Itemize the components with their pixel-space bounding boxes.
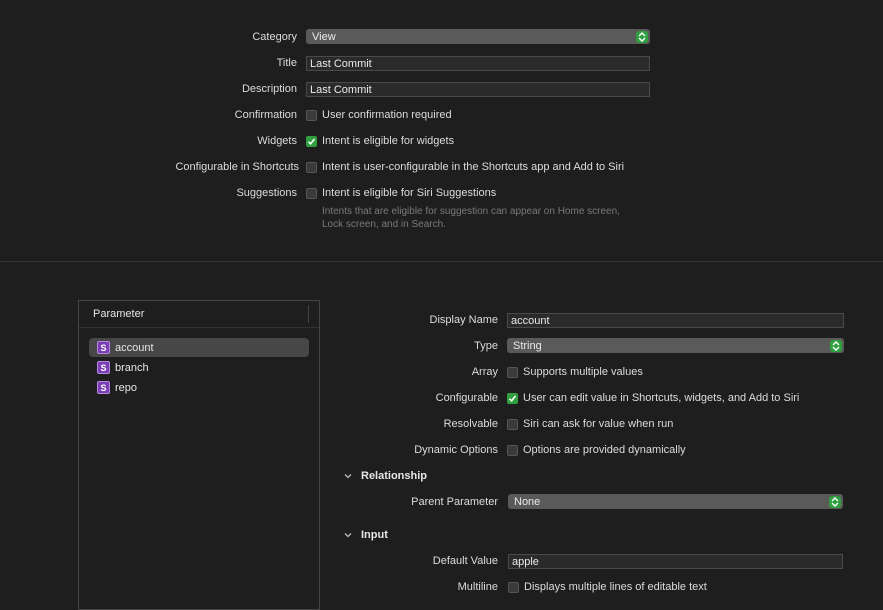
suggestions-hint-line: Lock screen, and in Search. [322, 219, 446, 230]
resolvable-checkbox[interactable]: Siri can ask for value when run [507, 418, 673, 430]
parameter-name: branch [115, 361, 149, 374]
configurable-label: Configurable [435, 392, 498, 404]
suggestions-hint-line: Intents that are eligible for suggestion… [322, 206, 620, 217]
default-value-value: apple [512, 555, 539, 568]
widgets-checkbox[interactable]: Intent is eligible for widgets [306, 135, 454, 147]
suggestions-checkbox[interactable]: Intent is eligible for Siri Suggestions [306, 187, 496, 199]
parent-parameter-popup[interactable]: None [508, 494, 843, 509]
default-value-label: Default Value [432, 555, 498, 567]
checkbox-box[interactable] [507, 418, 518, 430]
array-text: Supports multiple values [523, 366, 643, 378]
checkbox-box[interactable] [507, 366, 518, 378]
input-section-title: Input [361, 529, 388, 541]
description-label: Description [241, 83, 297, 95]
popup-arrows-icon [829, 495, 841, 508]
configurable-shortcuts-text: Intent is user-configurable in the Short… [322, 161, 625, 173]
confirmation-checkbox[interactable]: User confirmation required [306, 109, 452, 121]
multiline-label: Multiline [457, 581, 498, 593]
display-name-value: account [511, 314, 550, 327]
dynamic-options-label: Dynamic Options [414, 444, 498, 456]
type-value: String [513, 339, 542, 352]
title-field[interactable]: Last Commit [306, 56, 650, 71]
type-popup[interactable]: String [507, 338, 844, 353]
widgets-label: Widgets [257, 135, 297, 147]
parameter-item-branch[interactable]: S branch [89, 358, 309, 377]
array-checkbox[interactable]: Supports multiple values [507, 366, 643, 378]
string-type-icon: S [97, 381, 110, 394]
parameter-header-label: Parameter [93, 308, 145, 320]
parent-parameter-value: None [514, 495, 541, 508]
dynamic-options-text: Options are provided dynamically [523, 444, 686, 456]
title-value: Last Commit [310, 57, 372, 70]
array-label: Array [471, 366, 498, 378]
resolvable-text: Siri can ask for value when run [523, 418, 674, 430]
section-divider [0, 261, 883, 262]
configurable-checkbox[interactable]: User can edit value in Shortcuts, widget… [507, 392, 799, 404]
parameter-list: Parameter S account S branch S repo [78, 300, 320, 610]
configurable-shortcuts-label: Configurable in Shortcuts [175, 161, 299, 173]
display-name-field[interactable]: account [507, 313, 844, 328]
checkbox-box[interactable] [306, 109, 317, 121]
relationship-section-toggle[interactable]: Relationship [343, 470, 427, 482]
parameter-name: repo [115, 381, 138, 394]
description-field[interactable]: Last Commit [306, 82, 650, 97]
configurable-text: User can edit value in Shortcuts, widget… [523, 392, 800, 404]
header-separator [308, 305, 309, 323]
string-type-icon: S [97, 341, 110, 354]
confirmation-text: User confirmation required [322, 109, 452, 121]
confirmation-label: Confirmation [234, 109, 297, 121]
suggestions-hint: Intents that are eligible for suggestion… [322, 205, 620, 231]
chevron-down-icon [344, 533, 352, 538]
category-label: Category [252, 31, 297, 43]
popup-arrows-icon [636, 30, 648, 43]
dynamic-options-checkbox[interactable]: Options are provided dynamically [507, 444, 686, 456]
type-label: Type [474, 340, 498, 352]
widgets-text: Intent is eligible for widgets [322, 135, 455, 147]
display-name-label: Display Name [429, 314, 498, 326]
parameter-item-account[interactable]: S account [89, 338, 309, 357]
relationship-section-title: Relationship [361, 470, 428, 482]
chevron-down-icon [344, 474, 352, 479]
configurable-shortcuts-checkbox[interactable]: Intent is user-configurable in the Short… [306, 161, 624, 173]
title-label: Title [276, 57, 297, 69]
checkmark-icon[interactable] [507, 392, 518, 404]
resolvable-label: Resolvable [443, 418, 498, 430]
string-type-icon: S [97, 361, 110, 374]
input-section-toggle[interactable]: Input [343, 529, 388, 541]
checkbox-box[interactable] [508, 581, 519, 593]
checkbox-box[interactable] [306, 187, 317, 199]
parent-parameter-label: Parent Parameter [411, 496, 498, 508]
category-popup[interactable]: View [306, 29, 650, 44]
multiline-text: Displays multiple lines of editable text [524, 581, 707, 593]
default-value-field[interactable]: apple [508, 554, 843, 569]
suggestions-label: Suggestions [236, 187, 297, 199]
parameter-list-header: Parameter [79, 301, 319, 328]
popup-arrows-icon [830, 339, 842, 352]
description-value: Last Commit [310, 83, 372, 96]
suggestions-text: Intent is eligible for Siri Suggestions [322, 187, 497, 199]
checkbox-box[interactable] [507, 444, 518, 456]
parameter-name: account [115, 341, 154, 354]
checkbox-box[interactable] [306, 161, 317, 173]
parameter-item-repo[interactable]: S repo [89, 378, 309, 397]
multiline-checkbox[interactable]: Displays multiple lines of editable text [508, 581, 707, 593]
checkmark-icon[interactable] [306, 135, 317, 147]
category-value: View [312, 30, 336, 43]
